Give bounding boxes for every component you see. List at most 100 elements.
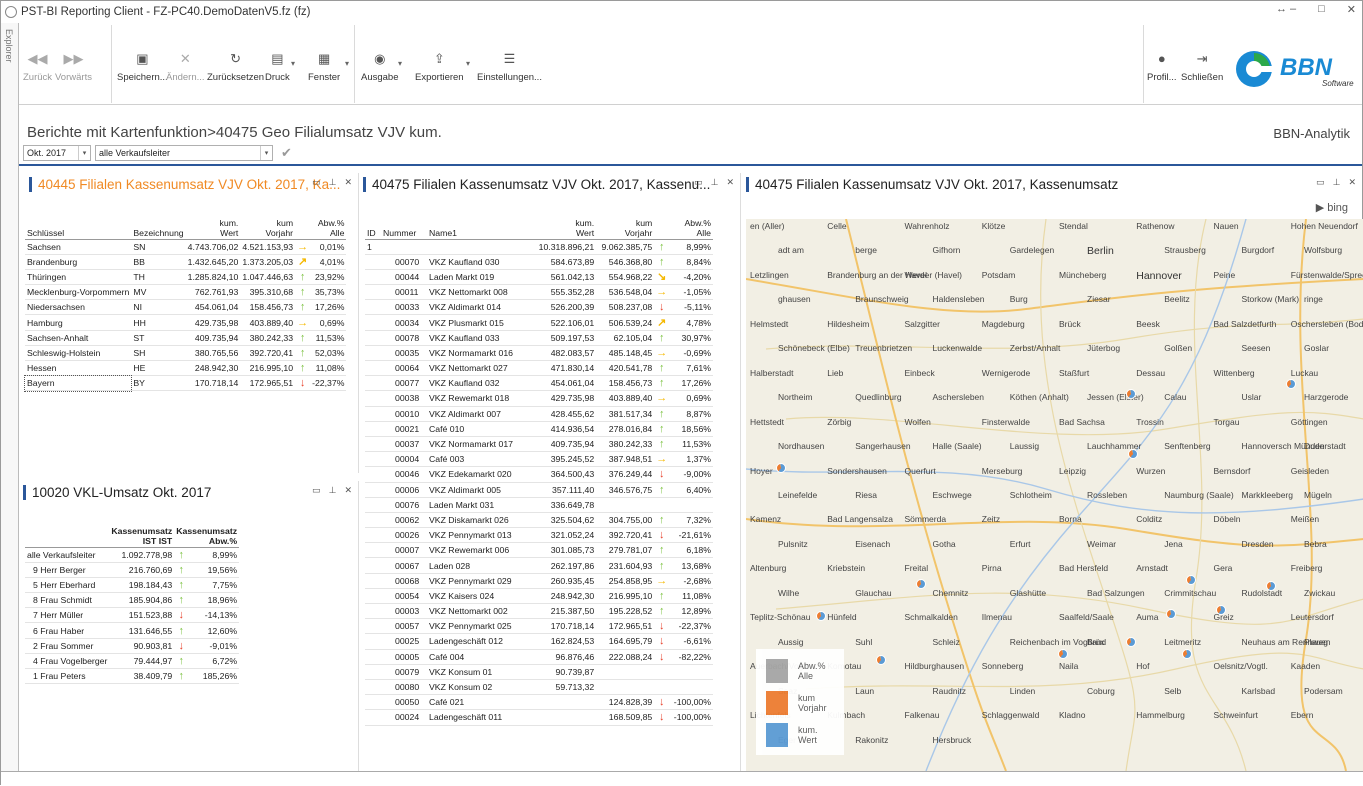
table-row[interactable]: 00078 VKZ Kaufland 033 509.197,53 62.105,04… bbox=[365, 330, 713, 346]
close-icon[interactable]: ✕ bbox=[726, 177, 734, 188]
table-row[interactable]: 00011 VKZ Nettomarkt 008 555.352,28 536.548… bbox=[365, 284, 713, 301]
table-row[interactable]: 00024 Ladengeschäft 011 168.509,85 ↓ -100,00… bbox=[365, 709, 713, 726]
col-header[interactable]: kum Vorjahr bbox=[596, 211, 655, 240]
table-row[interactable]: Niedersachsen NI 454.061,04 158.456,73 ↑ 17,2… bbox=[25, 299, 347, 316]
table-row[interactable]: 00077 VKZ Kaufland 032 454.061,04 158.456,7… bbox=[365, 375, 713, 392]
table-row[interactable]: 9 Herr Berger 216.760,69 ↑ 19,56% bbox=[25, 562, 240, 578]
edit-button[interactable]: ✕ Ändern... bbox=[166, 51, 205, 83]
col-header[interactable]: Kassenumsatz IST IST bbox=[109, 519, 175, 548]
export-button[interactable]: ⇪ Exportieren bbox=[415, 51, 464, 83]
pin-icon[interactable]: ⊥ bbox=[711, 177, 719, 188]
table-row[interactable]: 1 Frau Peters 38.409,79 ↑ 185,26% bbox=[25, 668, 240, 685]
col-header[interactable]: Bezeichnung bbox=[131, 211, 186, 240]
restore-icon[interactable]: ▭ bbox=[694, 177, 703, 188]
table-row[interactable]: Brandenburg BB 1.432.645,20 1.373.205,03 ↗ 4,… bbox=[25, 254, 347, 270]
table-row[interactable]: 00035 VKZ Normamarkt 016 482.083,57 485.148… bbox=[365, 345, 713, 362]
table-row[interactable]: 00080 VKZ Konsum 02 59.713,32 bbox=[365, 679, 713, 696]
chevron-down-icon[interactable]: ▾ bbox=[398, 59, 402, 68]
table-row[interactable]: 00010 VKZ Aldimarkt 007 428.455,62 381.517,… bbox=[365, 406, 713, 422]
map-pie-marker[interactable] bbox=[816, 611, 826, 621]
table-row[interactable]: Hamburg HH 429.735,98 403.889,40 → 0,69% bbox=[25, 314, 347, 331]
table-row[interactable]: 00046 VKZ Edekamarkt 020 364.500,43 376.249… bbox=[365, 466, 713, 483]
table-row[interactable]: Bayern BY 170.718,14 172.965,51 ↓ -22,37% bbox=[23, 374, 347, 392]
table-row[interactable]: 00070 VKZ Kaufland 030 584.673,89 546.368,8… bbox=[365, 254, 713, 270]
pin-icon[interactable]: ⊥ bbox=[329, 485, 337, 496]
table-row[interactable]: 5 Herr Eberhard 198.184,43 ↑ 7,75% bbox=[25, 577, 240, 594]
col-header[interactable]: kum. Wert bbox=[533, 211, 597, 240]
map-pie-marker[interactable] bbox=[1266, 581, 1276, 591]
restore-icon[interactable]: ▭ bbox=[1316, 177, 1325, 188]
map-pie-marker[interactable] bbox=[876, 655, 886, 665]
table-row[interactable]: 00076 Laden Markt 031 336.649,78 bbox=[365, 497, 713, 513]
col-header[interactable]: Schlüssel bbox=[25, 211, 132, 240]
table-row[interactable]: 00044 Laden Markt 019 561.042,13 554.968,22… bbox=[365, 269, 713, 286]
table-row[interactable]: 00062 VKZ Diskamarkt 026 325.504,62 304.755… bbox=[365, 512, 713, 529]
table-row[interactable]: 00033 VKZ Aldimarkt 014 526.200,39 508.237,… bbox=[365, 299, 713, 316]
table-row[interactable]: 4 Frau Vogelberger 79.444,97 ↑ 6,72% bbox=[25, 653, 240, 670]
col-header[interactable]: Abw.% Alle bbox=[654, 211, 713, 240]
restore-icon[interactable]: ▭ bbox=[312, 177, 321, 188]
table-row[interactable]: 00079 VKZ Konsum 01 90.739,87 bbox=[365, 664, 713, 680]
pin-icon[interactable]: ⊥ bbox=[1333, 177, 1341, 188]
col-header[interactable]: Name1 bbox=[427, 211, 533, 240]
col-header[interactable]: Kassenumsatz Abw.% bbox=[174, 519, 240, 548]
table-row[interactable]: Schleswig-Holstein SH 380.765,56 392.720,41… bbox=[25, 345, 347, 362]
map-pie-marker[interactable] bbox=[1126, 637, 1136, 647]
table-row[interactable]: 00054 VKZ Kaisers 024 248.942,30 216.995,10… bbox=[365, 588, 713, 605]
close-report-button[interactable]: ⇥ Schließen bbox=[1181, 51, 1223, 83]
profile-button[interactable]: ● Profil... bbox=[1147, 51, 1177, 83]
reset-button[interactable]: ↻ Zurücksetzen bbox=[207, 51, 264, 83]
restore-icon[interactable]: ↔ – bbox=[1276, 3, 1296, 16]
chevron-down-icon[interactable]: ▾ bbox=[291, 59, 295, 68]
table-row[interactable]: 00068 VKZ Pennymarkt 029 260.935,45 254.858… bbox=[365, 573, 713, 589]
table-row[interactable]: 00003 VKZ Nettomarkt 002 215.387,50 195.228… bbox=[365, 603, 713, 620]
output-button[interactable]: ◉ Ausgabe bbox=[361, 51, 399, 83]
settings-button[interactable]: ☰ Einstellungen... bbox=[477, 51, 542, 83]
table-row[interactable]: 00005 Café 004 96.876,46 222.088,24 ↓ -82,22% bbox=[365, 649, 713, 665]
pin-icon[interactable]: ⊥ bbox=[329, 177, 337, 188]
table-row[interactable]: 7 Herr Müller 151.523,88 ↓ -14,13% bbox=[25, 607, 240, 624]
close-icon[interactable]: ✕ bbox=[344, 177, 352, 188]
table-row[interactable]: 1 10.318.896,21 9.062.385,75 ↑ 8,99% bbox=[365, 239, 713, 255]
window-button[interactable]: ▦ Fenster bbox=[308, 51, 340, 83]
chevron-down-icon[interactable]: ▾ bbox=[345, 59, 349, 68]
close-icon[interactable]: ✕ bbox=[1348, 177, 1356, 188]
chevron-down-icon[interactable]: ▾ bbox=[466, 59, 470, 68]
map-pie-marker[interactable] bbox=[1126, 389, 1136, 399]
map-pie-marker[interactable] bbox=[1166, 609, 1176, 619]
table-row[interactable]: 00006 VKZ Aldimarkt 005 357.111,40 346.576,… bbox=[365, 482, 713, 498]
table-row[interactable]: 00050 Café 021 124.828,39 ↓ -100,00% bbox=[365, 694, 713, 711]
back-button[interactable]: ◀◀ Zurück bbox=[23, 51, 52, 83]
maximize-icon[interactable]: □ bbox=[1318, 3, 1325, 16]
col-header[interactable]: Nummer bbox=[381, 211, 427, 240]
table-row[interactable]: Mecklenburg-Vorpommern MV 762.761,93 395.31… bbox=[25, 284, 347, 301]
apply-check-icon[interactable]: ✔ bbox=[281, 145, 292, 161]
table-row[interactable]: 00057 VKZ Pennymarkt 025 170.718,14 172.965… bbox=[365, 618, 713, 635]
map-pie-marker[interactable] bbox=[1216, 605, 1226, 615]
forward-button[interactable]: ▶▶ Vorwärts bbox=[55, 51, 92, 83]
save-button[interactable]: ▣ Speichern... bbox=[117, 51, 168, 83]
table-row[interactable]: Sachsen-Anhalt ST 409.735,94 380.242,33 ↑ 11,… bbox=[25, 330, 347, 346]
table-row[interactable]: alle Verkaufsleiter 1.092.778,98 ↑ 8,99% bbox=[25, 547, 240, 563]
map-pie-marker[interactable] bbox=[1128, 449, 1138, 459]
period-select[interactable]: Okt. 2017 ▾ bbox=[23, 145, 91, 161]
table-row[interactable]: Sachsen SN 4.743.706,02 4.521.153,93 → 0,01% bbox=[25, 239, 347, 255]
close-icon[interactable]: ✕ bbox=[344, 485, 352, 496]
explorer-sidebar[interactable]: Explorer bbox=[1, 23, 19, 786]
manager-select[interactable]: alle Verkaufsleiter ▾ bbox=[95, 145, 273, 161]
col-header[interactable]: kum Vorjahr bbox=[240, 211, 296, 240]
table-row[interactable]: Hessen HE 248.942,30 216.995,10 ↑ 11,08% bbox=[25, 360, 347, 377]
table-row[interactable]: 00007 VKZ Rewemarkt 006 301.085,73 279.781,… bbox=[365, 542, 713, 559]
table-row[interactable]: 00038 VKZ Rewemarkt 018 429.735,98 403.889,… bbox=[365, 390, 713, 407]
table-row[interactable]: 2 Frau Sommer 90.903,81 ↓ -9,01% bbox=[25, 638, 240, 654]
col-header[interactable]: Abw.% Alle bbox=[295, 211, 347, 240]
table-row[interactable]: 00034 VKZ Plusmarkt 015 522.106,01 506.539,… bbox=[365, 314, 713, 331]
table-row[interactable]: 00064 VKZ Nettomarkt 027 471.830,14 420.541… bbox=[365, 360, 713, 377]
print-button[interactable]: ▤ Druck bbox=[265, 51, 290, 83]
table-row[interactable]: 00026 VKZ Pennymarkt 013 321.052,24 392.720… bbox=[365, 527, 713, 544]
table-row[interactable]: 00004 Café 003 395.245,52 387.948,51 → 1,37% bbox=[365, 451, 713, 468]
col-header[interactable]: ID bbox=[365, 211, 381, 240]
col-header[interactable]: kum. Wert bbox=[185, 211, 241, 240]
close-icon[interactable]: ✕ bbox=[1347, 3, 1356, 16]
map-pie-marker[interactable] bbox=[1286, 379, 1296, 389]
